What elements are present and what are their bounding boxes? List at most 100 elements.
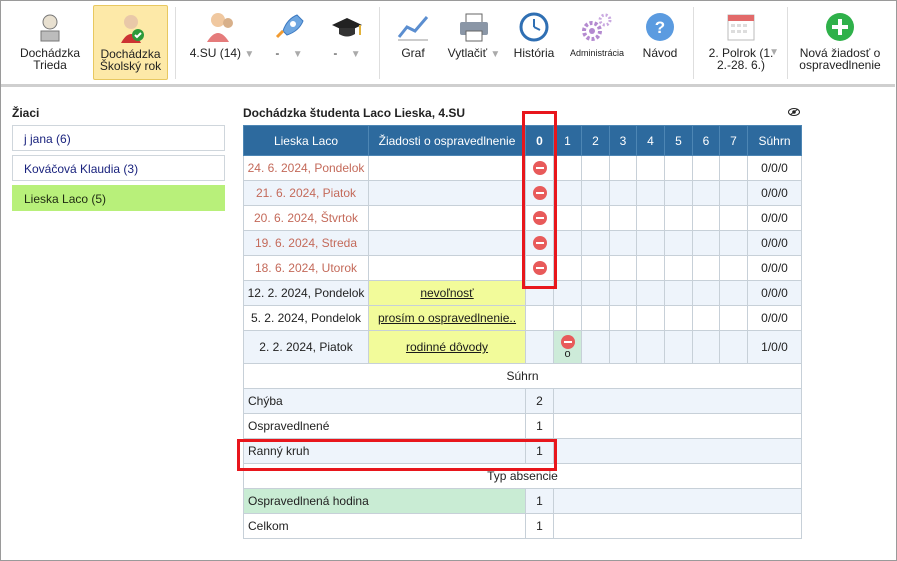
lesson-cell[interactable] — [719, 205, 748, 231]
row-request[interactable]: prosím o ospravedlnenie.. — [368, 305, 526, 331]
class-selector[interactable]: 4.SU (14) ▼ — [183, 5, 261, 80]
lesson-0-cell[interactable] — [525, 155, 554, 181]
lesson-cell[interactable] — [719, 330, 748, 364]
lesson-cell[interactable] — [636, 255, 665, 281]
lesson-0-cell[interactable] — [525, 330, 554, 364]
row-request[interactable]: rodinné dôvody — [368, 330, 526, 364]
column-header[interactable]: 7 — [719, 125, 748, 156]
lesson-cell[interactable] — [636, 280, 665, 306]
lesson-0-cell[interactable] — [525, 205, 554, 231]
lesson-cell[interactable] — [609, 155, 637, 181]
attendance-year-button[interactable]: Dochádzka Školský rok — [93, 5, 168, 80]
lesson-cell[interactable] — [692, 330, 720, 364]
lesson-cell[interactable] — [581, 330, 610, 364]
student-item[interactable]: Kováčová Klaudia (3) — [12, 155, 225, 181]
lesson-cell[interactable] — [664, 180, 693, 206]
lesson-cell[interactable] — [692, 180, 720, 206]
lesson-cell[interactable] — [692, 280, 720, 306]
lesson-0-cell[interactable] — [525, 180, 554, 206]
history-button[interactable]: História — [509, 5, 559, 80]
lesson-cell[interactable] — [692, 305, 720, 331]
lesson-cell[interactable] — [581, 230, 610, 256]
column-header[interactable]: Lieska Laco — [243, 125, 369, 156]
lesson-cell[interactable] — [664, 330, 693, 364]
new-excuse-request-button[interactable]: Nová žiadosť o ospravedlnenie — [793, 5, 887, 80]
help-button[interactable]: ? Návod — [637, 5, 683, 80]
period-selector[interactable]: 2. Polrok (1. 2.-28. 6.) ▼ — [701, 5, 781, 80]
column-header[interactable]: 0 — [525, 125, 554, 156]
column-header[interactable]: 5 — [664, 125, 693, 156]
lesson-cell[interactable] — [719, 180, 748, 206]
row-date[interactable]: 2. 2. 2024, Piatok — [243, 330, 369, 364]
lesson-cell[interactable] — [664, 230, 693, 256]
excuse-request-link[interactable]: prosím o ospravedlnenie.. — [378, 311, 516, 325]
lesson-cell[interactable] — [636, 155, 665, 181]
lesson-cell[interactable] — [664, 205, 693, 231]
lesson-cell[interactable] — [609, 205, 637, 231]
lesson-cell[interactable] — [581, 280, 610, 306]
lesson-cell[interactable] — [636, 230, 665, 256]
lesson-cell[interactable] — [692, 205, 720, 231]
column-header[interactable]: 4 — [636, 125, 665, 156]
lesson-cell[interactable] — [719, 255, 748, 281]
lesson-cell[interactable] — [692, 155, 720, 181]
lesson-cell[interactable] — [636, 205, 665, 231]
attendance-class-button[interactable]: Dochádzka Trieda — [19, 5, 81, 80]
excuse-request-link[interactable]: rodinné dôvody — [406, 340, 488, 354]
row-date[interactable]: 5. 2. 2024, Pondelok — [243, 305, 369, 331]
row-request[interactable]: nevoľnosť — [368, 280, 526, 306]
lesson-cell[interactable] — [553, 255, 582, 281]
lesson-cell[interactable] — [664, 305, 693, 331]
student-item[interactable]: j jana (6) — [12, 125, 225, 151]
lesson-cell[interactable] — [581, 205, 610, 231]
lesson-cell[interactable] — [581, 255, 610, 281]
chart-button[interactable]: Graf — [389, 5, 437, 80]
lesson-cell[interactable] — [581, 180, 610, 206]
lesson-cell[interactable] — [719, 305, 748, 331]
lesson-0-cell[interactable] — [525, 280, 554, 306]
lesson-cell[interactable] — [636, 180, 665, 206]
lesson-0-cell[interactable] — [525, 230, 554, 256]
lesson-cell[interactable] — [692, 255, 720, 281]
column-header[interactable]: 6 — [692, 125, 720, 156]
row-date[interactable]: 20. 6. 2024, Štvrtok — [243, 205, 369, 231]
print-button[interactable]: Vytlačiť ▼ — [443, 5, 505, 80]
lesson-cell[interactable] — [664, 280, 693, 306]
lesson-cell[interactable] — [664, 155, 693, 181]
lesson-cell[interactable] — [664, 255, 693, 281]
lesson-0-cell[interactable] — [525, 305, 554, 331]
row-date[interactable]: 18. 6. 2024, Utorok — [243, 255, 369, 281]
column-header[interactable]: 2 — [581, 125, 610, 156]
column-header[interactable]: 3 — [609, 125, 637, 156]
row-date[interactable]: 19. 6. 2024, Streda — [243, 230, 369, 256]
row-date[interactable]: 24. 6. 2024, Pondelok — [243, 155, 369, 181]
lesson-cell[interactable] — [553, 205, 582, 231]
column-header[interactable]: Žiadosti o ospravedlnenie — [368, 125, 526, 156]
lesson-cell[interactable] — [692, 230, 720, 256]
lesson-cell[interactable] — [609, 305, 637, 331]
lesson-cell[interactable] — [719, 155, 748, 181]
rocket-selector[interactable]: - ▼ — [263, 5, 315, 80]
lesson-cell[interactable] — [553, 305, 582, 331]
row-date[interactable]: 12. 2. 2024, Pondelok — [243, 280, 369, 306]
column-header[interactable]: Súhrn — [747, 125, 802, 156]
lesson-cell[interactable] — [581, 155, 610, 181]
column-header[interactable]: 1 — [553, 125, 582, 156]
lesson-cell[interactable] — [553, 230, 582, 256]
lesson-cell[interactable] — [609, 230, 637, 256]
lesson-cell[interactable] — [609, 180, 637, 206]
lesson-0-cell[interactable] — [525, 255, 554, 281]
excuse-request-link[interactable]: nevoľnosť — [420, 286, 473, 300]
lesson-cell[interactable] — [636, 305, 665, 331]
lesson-cell[interactable] — [609, 330, 637, 364]
lesson-cell[interactable] — [553, 180, 582, 206]
lesson-cell[interactable] — [609, 280, 637, 306]
eye-icon[interactable] — [788, 108, 800, 116]
lesson-cell[interactable] — [719, 280, 748, 306]
lesson-cell[interactable] — [553, 280, 582, 306]
lesson-cell[interactable] — [636, 330, 665, 364]
row-date[interactable]: 21. 6. 2024, Piatok — [243, 180, 369, 206]
lesson-cell[interactable] — [719, 230, 748, 256]
lesson-cell[interactable] — [553, 155, 582, 181]
student-item-selected[interactable]: Lieska Laco (5) — [12, 185, 225, 211]
